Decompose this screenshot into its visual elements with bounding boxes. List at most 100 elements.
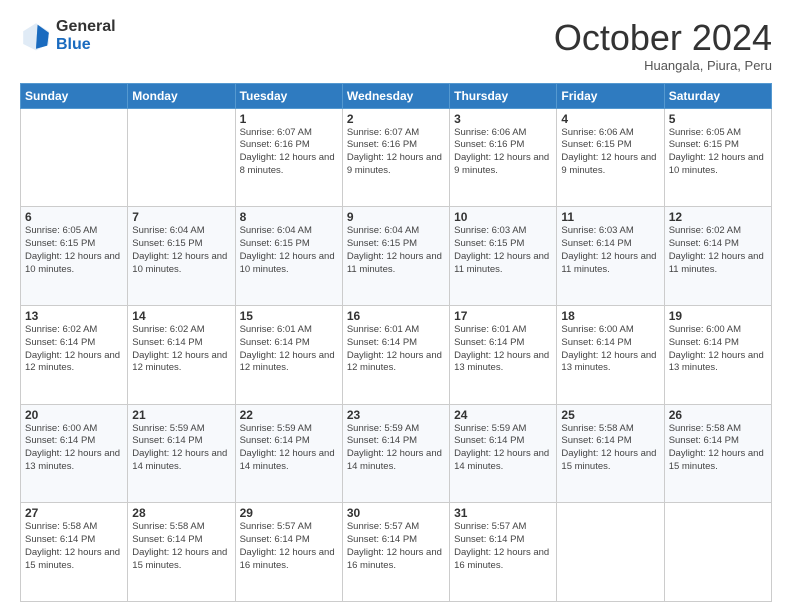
day-number: 15 — [240, 309, 338, 323]
day-number: 31 — [454, 506, 552, 520]
day-number: 5 — [669, 112, 767, 126]
weekday-header-wednesday: Wednesday — [342, 83, 449, 108]
day-info: Sunrise: 5:59 AM Sunset: 6:14 PM Dayligh… — [347, 423, 445, 474]
calendar-cell: 4Sunrise: 6:06 AM Sunset: 6:15 PM Daylig… — [557, 108, 664, 207]
day-number: 21 — [132, 408, 230, 422]
day-number: 19 — [669, 309, 767, 323]
day-info: Sunrise: 6:00 AM Sunset: 6:14 PM Dayligh… — [561, 324, 659, 375]
day-number: 23 — [347, 408, 445, 422]
weekday-header-tuesday: Tuesday — [235, 83, 342, 108]
calendar-cell: 26Sunrise: 5:58 AM Sunset: 6:14 PM Dayli… — [664, 404, 771, 503]
logo-general-text: General — [56, 18, 116, 36]
day-number: 13 — [25, 309, 123, 323]
day-info: Sunrise: 6:04 AM Sunset: 6:15 PM Dayligh… — [240, 225, 338, 276]
calendar-cell: 13Sunrise: 6:02 AM Sunset: 6:14 PM Dayli… — [21, 305, 128, 404]
weekday-header-saturday: Saturday — [664, 83, 771, 108]
day-info: Sunrise: 5:57 AM Sunset: 6:14 PM Dayligh… — [347, 521, 445, 572]
weekday-header-row: SundayMondayTuesdayWednesdayThursdayFrid… — [21, 83, 772, 108]
day-info: Sunrise: 6:04 AM Sunset: 6:15 PM Dayligh… — [347, 225, 445, 276]
day-number: 8 — [240, 210, 338, 224]
day-info: Sunrise: 6:01 AM Sunset: 6:14 PM Dayligh… — [240, 324, 338, 375]
calendar-week-5: 27Sunrise: 5:58 AM Sunset: 6:14 PM Dayli… — [21, 503, 772, 602]
day-info: Sunrise: 6:01 AM Sunset: 6:14 PM Dayligh… — [454, 324, 552, 375]
logo: General Blue — [20, 18, 116, 53]
day-info: Sunrise: 6:07 AM Sunset: 6:16 PM Dayligh… — [240, 127, 338, 178]
day-info: Sunrise: 6:03 AM Sunset: 6:15 PM Dayligh… — [454, 225, 552, 276]
day-number: 6 — [25, 210, 123, 224]
day-info: Sunrise: 5:57 AM Sunset: 6:14 PM Dayligh… — [454, 521, 552, 572]
title-block: October 2024 Huangala, Piura, Peru — [554, 18, 772, 73]
weekday-header-sunday: Sunday — [21, 83, 128, 108]
calendar-cell: 2Sunrise: 6:07 AM Sunset: 6:16 PM Daylig… — [342, 108, 449, 207]
calendar-cell: 9Sunrise: 6:04 AM Sunset: 6:15 PM Daylig… — [342, 207, 449, 306]
day-number: 25 — [561, 408, 659, 422]
day-number: 28 — [132, 506, 230, 520]
day-number: 3 — [454, 112, 552, 126]
calendar-cell — [21, 108, 128, 207]
day-number: 7 — [132, 210, 230, 224]
calendar-cell: 23Sunrise: 5:59 AM Sunset: 6:14 PM Dayli… — [342, 404, 449, 503]
calendar-cell: 17Sunrise: 6:01 AM Sunset: 6:14 PM Dayli… — [450, 305, 557, 404]
weekday-header-thursday: Thursday — [450, 83, 557, 108]
calendar-cell: 11Sunrise: 6:03 AM Sunset: 6:14 PM Dayli… — [557, 207, 664, 306]
day-info: Sunrise: 5:58 AM Sunset: 6:14 PM Dayligh… — [669, 423, 767, 474]
day-number: 17 — [454, 309, 552, 323]
day-info: Sunrise: 6:02 AM Sunset: 6:14 PM Dayligh… — [669, 225, 767, 276]
day-number: 14 — [132, 309, 230, 323]
day-info: Sunrise: 5:57 AM Sunset: 6:14 PM Dayligh… — [240, 521, 338, 572]
calendar-cell: 25Sunrise: 5:58 AM Sunset: 6:14 PM Dayli… — [557, 404, 664, 503]
day-info: Sunrise: 5:59 AM Sunset: 6:14 PM Dayligh… — [240, 423, 338, 474]
day-number: 22 — [240, 408, 338, 422]
weekday-header-monday: Monday — [128, 83, 235, 108]
day-info: Sunrise: 5:58 AM Sunset: 6:14 PM Dayligh… — [25, 521, 123, 572]
day-number: 26 — [669, 408, 767, 422]
calendar-cell: 20Sunrise: 6:00 AM Sunset: 6:14 PM Dayli… — [21, 404, 128, 503]
day-info: Sunrise: 5:58 AM Sunset: 6:14 PM Dayligh… — [132, 521, 230, 572]
logo-icon — [20, 20, 52, 52]
calendar-cell — [557, 503, 664, 602]
day-number: 29 — [240, 506, 338, 520]
calendar-cell: 27Sunrise: 5:58 AM Sunset: 6:14 PM Dayli… — [21, 503, 128, 602]
header: General Blue October 2024 Huangala, Piur… — [20, 18, 772, 73]
calendar-cell: 1Sunrise: 6:07 AM Sunset: 6:16 PM Daylig… — [235, 108, 342, 207]
calendar-cell: 31Sunrise: 5:57 AM Sunset: 6:14 PM Dayli… — [450, 503, 557, 602]
calendar-body: 1Sunrise: 6:07 AM Sunset: 6:16 PM Daylig… — [21, 108, 772, 601]
calendar-cell: 30Sunrise: 5:57 AM Sunset: 6:14 PM Dayli… — [342, 503, 449, 602]
day-info: Sunrise: 6:05 AM Sunset: 6:15 PM Dayligh… — [25, 225, 123, 276]
day-number: 1 — [240, 112, 338, 126]
calendar-week-4: 20Sunrise: 6:00 AM Sunset: 6:14 PM Dayli… — [21, 404, 772, 503]
day-info: Sunrise: 6:04 AM Sunset: 6:15 PM Dayligh… — [132, 225, 230, 276]
day-info: Sunrise: 6:02 AM Sunset: 6:14 PM Dayligh… — [132, 324, 230, 375]
day-info: Sunrise: 6:06 AM Sunset: 6:16 PM Dayligh… — [454, 127, 552, 178]
day-number: 27 — [25, 506, 123, 520]
day-info: Sunrise: 5:58 AM Sunset: 6:14 PM Dayligh… — [561, 423, 659, 474]
weekday-header-friday: Friday — [557, 83, 664, 108]
location-subtitle: Huangala, Piura, Peru — [554, 58, 772, 73]
day-info: Sunrise: 6:02 AM Sunset: 6:14 PM Dayligh… — [25, 324, 123, 375]
calendar-cell: 16Sunrise: 6:01 AM Sunset: 6:14 PM Dayli… — [342, 305, 449, 404]
calendar-cell: 19Sunrise: 6:00 AM Sunset: 6:14 PM Dayli… — [664, 305, 771, 404]
day-info: Sunrise: 6:01 AM Sunset: 6:14 PM Dayligh… — [347, 324, 445, 375]
calendar-cell: 5Sunrise: 6:05 AM Sunset: 6:15 PM Daylig… — [664, 108, 771, 207]
day-number: 24 — [454, 408, 552, 422]
day-info: Sunrise: 6:05 AM Sunset: 6:15 PM Dayligh… — [669, 127, 767, 178]
calendar-cell: 15Sunrise: 6:01 AM Sunset: 6:14 PM Dayli… — [235, 305, 342, 404]
logo-text: General Blue — [56, 18, 116, 53]
calendar-cell: 21Sunrise: 5:59 AM Sunset: 6:14 PM Dayli… — [128, 404, 235, 503]
calendar-week-1: 1Sunrise: 6:07 AM Sunset: 6:16 PM Daylig… — [21, 108, 772, 207]
calendar-cell — [128, 108, 235, 207]
calendar-cell: 10Sunrise: 6:03 AM Sunset: 6:15 PM Dayli… — [450, 207, 557, 306]
calendar-week-3: 13Sunrise: 6:02 AM Sunset: 6:14 PM Dayli… — [21, 305, 772, 404]
day-info: Sunrise: 6:07 AM Sunset: 6:16 PM Dayligh… — [347, 127, 445, 178]
calendar-table: SundayMondayTuesdayWednesdayThursdayFrid… — [20, 83, 772, 602]
month-title: October 2024 — [554, 18, 772, 58]
day-number: 18 — [561, 309, 659, 323]
day-number: 20 — [25, 408, 123, 422]
calendar-cell: 7Sunrise: 6:04 AM Sunset: 6:15 PM Daylig… — [128, 207, 235, 306]
day-number: 2 — [347, 112, 445, 126]
calendar-cell: 8Sunrise: 6:04 AM Sunset: 6:15 PM Daylig… — [235, 207, 342, 306]
day-number: 9 — [347, 210, 445, 224]
logo-blue-text: Blue — [56, 36, 116, 54]
calendar-cell — [664, 503, 771, 602]
day-info: Sunrise: 5:59 AM Sunset: 6:14 PM Dayligh… — [454, 423, 552, 474]
